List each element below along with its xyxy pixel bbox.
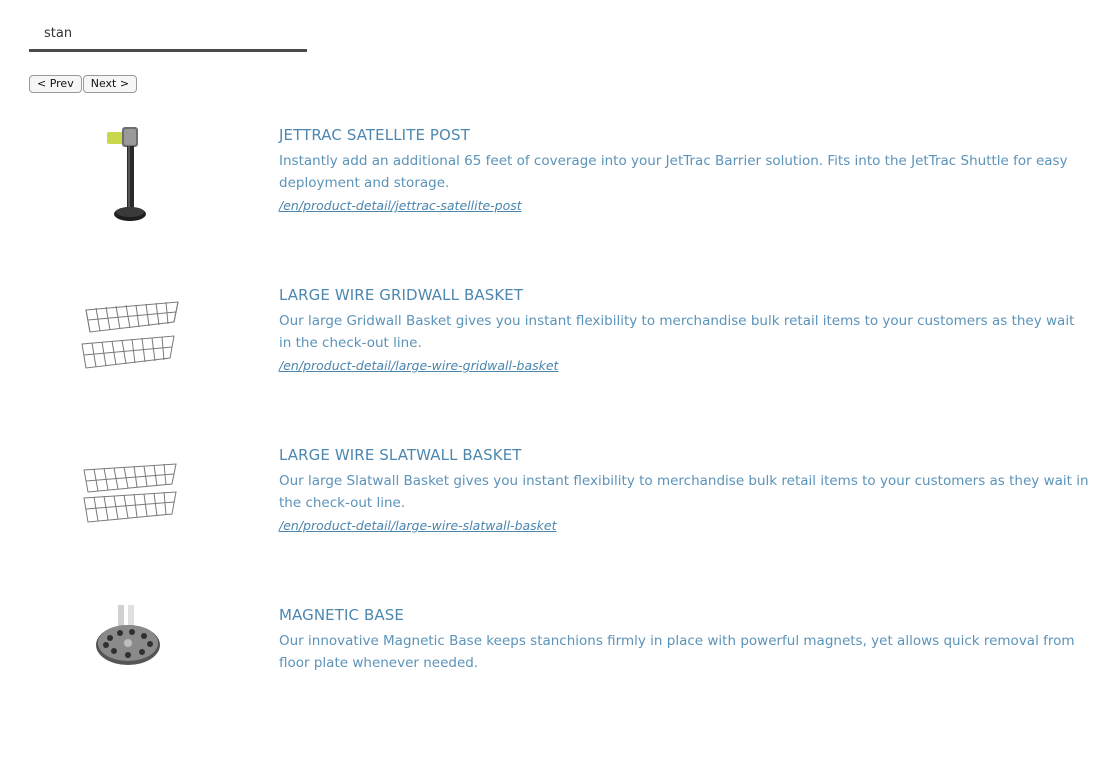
search-box: [29, 18, 307, 52]
result-url-link[interactable]: /en/product-detail/large-wire-gridwall-b…: [279, 357, 1089, 375]
wire-basket-image[interactable]: [70, 452, 190, 562]
result-url-link[interactable]: /en/product-detail/large-wire-slatwall-b…: [279, 517, 1089, 535]
result-item: LARGE WIRE SLATWALL BASKET Our large Sla…: [0, 440, 1108, 600]
result-url-link[interactable]: /en/product-detail/jettrac-satellite-pos…: [279, 197, 1089, 215]
result-description: Our large Gridwall Basket gives you inst…: [279, 313, 1075, 351]
result-description: Instantly add an additional 65 feet of c…: [279, 153, 1068, 191]
result-text: MAGNETIC BASE Our innovative Magnetic Ba…: [279, 605, 1089, 674]
result-item: JETTRAC SATELLITE POST Instantly add an …: [0, 120, 1108, 280]
pagination: < Prev Next >: [29, 75, 138, 93]
result-description: Our large Slatwall Basket gives you inst…: [279, 473, 1089, 511]
result-title-link[interactable]: MAGNETIC BASE: [279, 605, 1089, 625]
search-input[interactable]: [29, 18, 307, 48]
result-title-link[interactable]: JETTRAC SATELLITE POST: [279, 125, 1089, 145]
stanchion-post-image[interactable]: [70, 122, 190, 232]
magnetic-base-image[interactable]: [70, 605, 190, 715]
result-item: LARGE WIRE GRIDWALL BASKET Our large Gri…: [0, 280, 1108, 440]
result-item: MAGNETIC BASE Our innovative Magnetic Ba…: [0, 600, 1108, 760]
result-title-link[interactable]: LARGE WIRE GRIDWALL BASKET: [279, 285, 1089, 305]
prev-button[interactable]: < Prev: [29, 75, 82, 93]
result-text: JETTRAC SATELLITE POST Instantly add an …: [279, 125, 1089, 215]
result-title-link[interactable]: LARGE WIRE SLATWALL BASKET: [279, 445, 1089, 465]
result-description: Our innovative Magnetic Base keeps stanc…: [279, 633, 1075, 671]
next-button[interactable]: Next >: [82, 75, 138, 93]
result-text: LARGE WIRE GRIDWALL BASKET Our large Gri…: [279, 285, 1089, 375]
result-text: LARGE WIRE SLATWALL BASKET Our large Sla…: [279, 445, 1089, 535]
wire-basket-image[interactable]: [70, 288, 190, 398]
